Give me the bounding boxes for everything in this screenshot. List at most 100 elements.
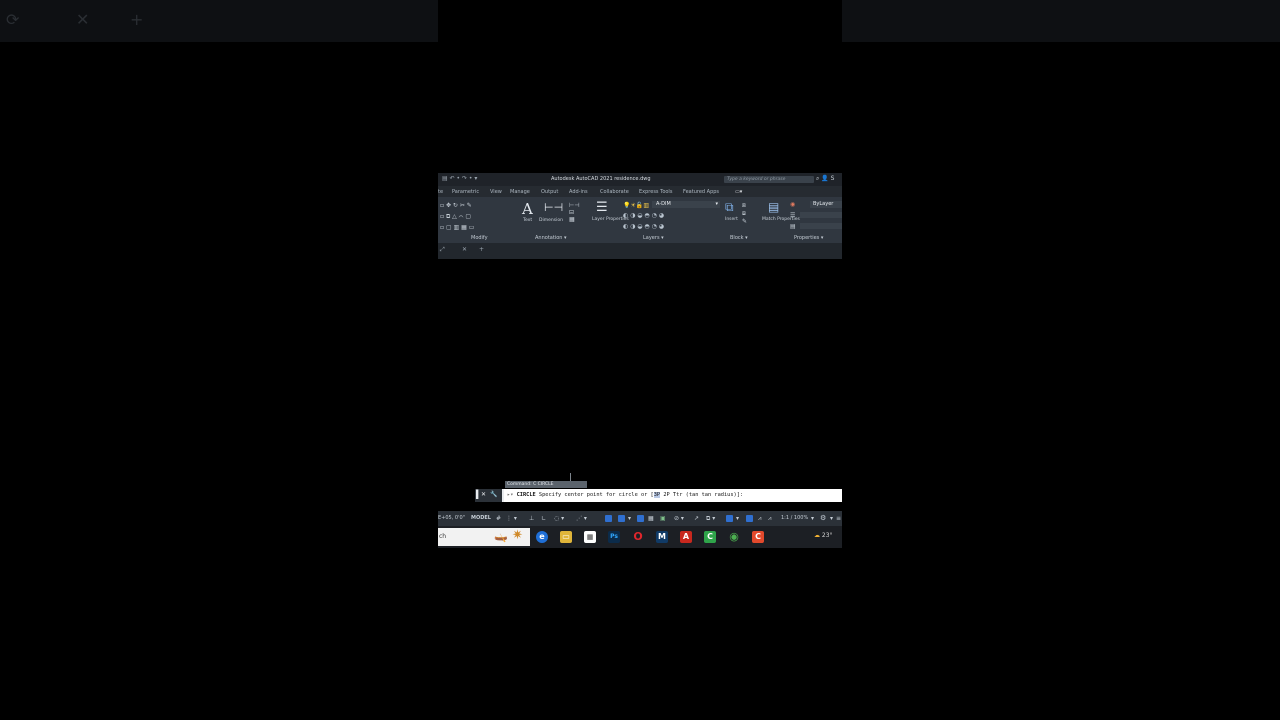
blurred-icon: ⟳ <box>6 10 20 29</box>
edge-icon[interactable]: e <box>536 531 548 543</box>
tab-manage[interactable]: Manage <box>510 189 530 195</box>
windows-taskbar: ch 🛶 ✷ e ▭ ▦ Ps O M A C ◉ C ☁ 23° <box>438 526 842 548</box>
new-tab-plus-icon[interactable]: + <box>479 246 484 253</box>
annotation-scale-value[interactable]: 1:1 / 100% <box>781 515 808 521</box>
tab-view[interactable]: View <box>490 189 502 195</box>
ribbon: ▫ ✥ ↻ ✂ ✎ ▫ ⧉ △ ⌒ ▢ ▫ ▢ ▥ ▦ ▭ Modify A T… <box>438 197 842 243</box>
block-tools-icons[interactable]: ⧈ ⧇ ✎ <box>742 202 747 225</box>
annotation-visibility-icon[interactable] <box>746 515 753 522</box>
annotation-small-icons[interactable]: ⊢⊣ ⊟ ▦ <box>569 202 579 223</box>
dimension-label[interactable]: Dimension <box>539 218 563 223</box>
chevron-down-icon[interactable]: ▾ <box>628 515 631 522</box>
blurred-close-icon: ✕ <box>76 10 90 29</box>
ribbon-extra-icon[interactable]: ▭▾ <box>735 189 742 195</box>
chevron-down-icon[interactable]: ▾ <box>736 515 739 522</box>
3d-osnap-icon[interactable]: ⊘ ▾ <box>674 515 684 522</box>
transparency-icon[interactable]: ▦ <box>648 515 654 522</box>
lineweight-dropdown[interactable] <box>800 223 842 229</box>
weather-icon[interactable]: ☁ <box>814 532 820 539</box>
modify-tools-icons[interactable]: ▫ ✥ ↻ ✂ ✎ <box>440 202 472 209</box>
tab-collaborate[interactable]: Collaborate <box>600 189 629 195</box>
command-input[interactable]: ▸▾ CIRCLE Specify center point for circl… <box>504 489 842 502</box>
bylayer-color-dropdown[interactable]: ByLayer <box>810 201 842 208</box>
polar-tracking-icon[interactable]: ◌ ▾ <box>554 515 564 522</box>
lineweight-icon[interactable]: ▤ <box>790 223 796 230</box>
selection-cycling-icon[interactable]: ▣ <box>660 515 666 522</box>
command-prompt-end: ]: <box>736 492 744 498</box>
panel-title-annotation[interactable]: Annotation ▾ <box>535 235 567 241</box>
modify-tools-row3-icons[interactable]: ▫ ▢ ▥ ▦ ▭ <box>440 224 474 231</box>
chevron-down-icon[interactable]: ▾ <box>811 515 814 522</box>
tab-featured-apps[interactable]: Featured Apps <box>683 189 719 195</box>
layer-tools-row2-icons[interactable]: ◐ ◑ ◒ ◓ ◔ ◕ <box>623 223 664 230</box>
photoshop-icon[interactable]: Ps <box>608 531 620 543</box>
autocad-icon[interactable]: A <box>680 531 692 543</box>
auto-scale-icon[interactable]: ⩘ <box>758 515 761 523</box>
grid-icon[interactable]: # <box>496 515 501 522</box>
selection-filter-icon[interactable]: ⧉ ▾ <box>706 515 715 523</box>
file-explorer-icon[interactable]: ▭ <box>560 531 572 543</box>
opera-icon[interactable]: O <box>632 531 644 543</box>
dynamic-ucs-icon[interactable]: ↗ <box>694 515 699 522</box>
file-tab-bar: ⤢ ✕ + <box>438 243 842 259</box>
camtasia-icon[interactable]: C <box>704 531 716 543</box>
screen-recorder-icon[interactable]: C <box>752 531 764 543</box>
option-ttr[interactable]: Ttr (tan tan radius) <box>673 492 737 498</box>
tab-parametric[interactable]: Parametric <box>452 189 479 195</box>
chrome-icon[interactable]: ◉ <box>728 531 740 543</box>
close-icon[interactable]: ✕ <box>462 246 467 253</box>
insert-label[interactable]: Insert <box>725 217 738 222</box>
command-prompt: Specify center point for circle or [ <box>538 492 654 498</box>
text-label[interactable]: Text <box>523 218 532 223</box>
layer-state-icons[interactable]: 💡☀🔓▥ <box>623 202 649 209</box>
model-space-button[interactable]: MODEL <box>471 515 491 521</box>
tab-add-ins[interactable]: Add-ins <box>569 189 588 195</box>
start-icon[interactable]: ⤢ <box>440 246 445 254</box>
status-bar: E+05, 0'0" MODEL # ⋮ ▾ ⊥ ∟ ◌ ▾ ⋰ ▾ ▾ ▦ ▣… <box>438 511 842 526</box>
taskbar-search-box[interactable]: ch 🛶 ✷ <box>438 528 530 546</box>
search-input[interactable]: Type a keyword or phrase <box>724 176 814 183</box>
window-title: Autodesk AutoCAD 2021 residence.dwg <box>551 176 651 182</box>
object-snap-tracking-icon[interactable] <box>605 515 612 522</box>
dimension-icon[interactable]: ⊢⊣ <box>544 201 563 214</box>
tab-output[interactable]: Output <box>541 189 558 195</box>
layer-tools-icons[interactable]: ◐ ◑ ◒ ◓ ◔ ◕ <box>623 212 664 219</box>
customize-icon[interactable]: ≡ <box>836 515 841 522</box>
quick-access-toolbar[interactable]: ▤ ↶ • ↷ • ▾ <box>442 175 477 182</box>
chevron-down-icon[interactable]: ▾ <box>830 515 833 522</box>
lineweight-toggle-icon[interactable] <box>637 515 644 522</box>
match-properties-icon[interactable]: ▤ <box>768 200 779 214</box>
object-snap-icon[interactable] <box>618 515 625 522</box>
snap-icon[interactable]: ⋮ ▾ <box>506 515 517 522</box>
title-bar-icons[interactable]: ⌕ 👤 S <box>816 175 834 183</box>
linetype-icon[interactable]: ☰ <box>790 212 795 219</box>
text-icon[interactable]: A <box>522 200 533 218</box>
command-line-controls: ▍ ✕ 🔧 <box>475 489 502 502</box>
close-icon[interactable]: ✕ <box>481 491 486 498</box>
temperature-text[interactable]: 23° <box>822 532 833 539</box>
option-3p[interactable]: 3P <box>653 492 661 498</box>
modify-tools-row2-icons[interactable]: ▫ ⧉ △ ⌒ ▢ <box>440 213 471 221</box>
tab-express-tools[interactable]: Express Tools <box>639 189 672 195</box>
mouse-pointer-icon: ➤ <box>665 494 673 504</box>
insert-icon[interactable]: ⧉ <box>725 200 734 215</box>
maxon-app-icon[interactable]: M <box>656 531 668 543</box>
color-wheel-icon[interactable]: ◉ <box>790 201 795 208</box>
customize-wrench-icon[interactable]: 🔧 <box>490 491 497 498</box>
annotation-scale-icon[interactable]: ⩘ <box>768 515 771 523</box>
layer-properties-icon[interactable]: ☰ <box>596 200 608 215</box>
infer-constraints-icon[interactable]: ⊥ <box>529 515 534 522</box>
panel-title-properties[interactable]: Properties ▾ <box>794 235 823 241</box>
coordinates-readout[interactable]: E+05, 0'0" <box>438 515 465 521</box>
gear-icon[interactable]: ⚙ <box>820 514 826 522</box>
panel-title-block[interactable]: Block ▾ <box>730 235 748 241</box>
tab-partial[interactable]: te <box>438 189 443 195</box>
layer-dropdown[interactable]: A-DIM ▾ <box>652 201 720 208</box>
gizmo-icon[interactable] <box>726 515 733 522</box>
isodraft-icon[interactable]: ⋰ ▾ <box>576 515 587 522</box>
ortho-icon[interactable]: ∟ <box>541 515 546 522</box>
linetype-dropdown[interactable] <box>800 212 842 218</box>
store-icon[interactable]: ▦ <box>584 531 596 543</box>
panel-title-layers[interactable]: Layers ▾ <box>643 235 664 241</box>
panel-title-modify[interactable]: Modify <box>471 235 488 241</box>
